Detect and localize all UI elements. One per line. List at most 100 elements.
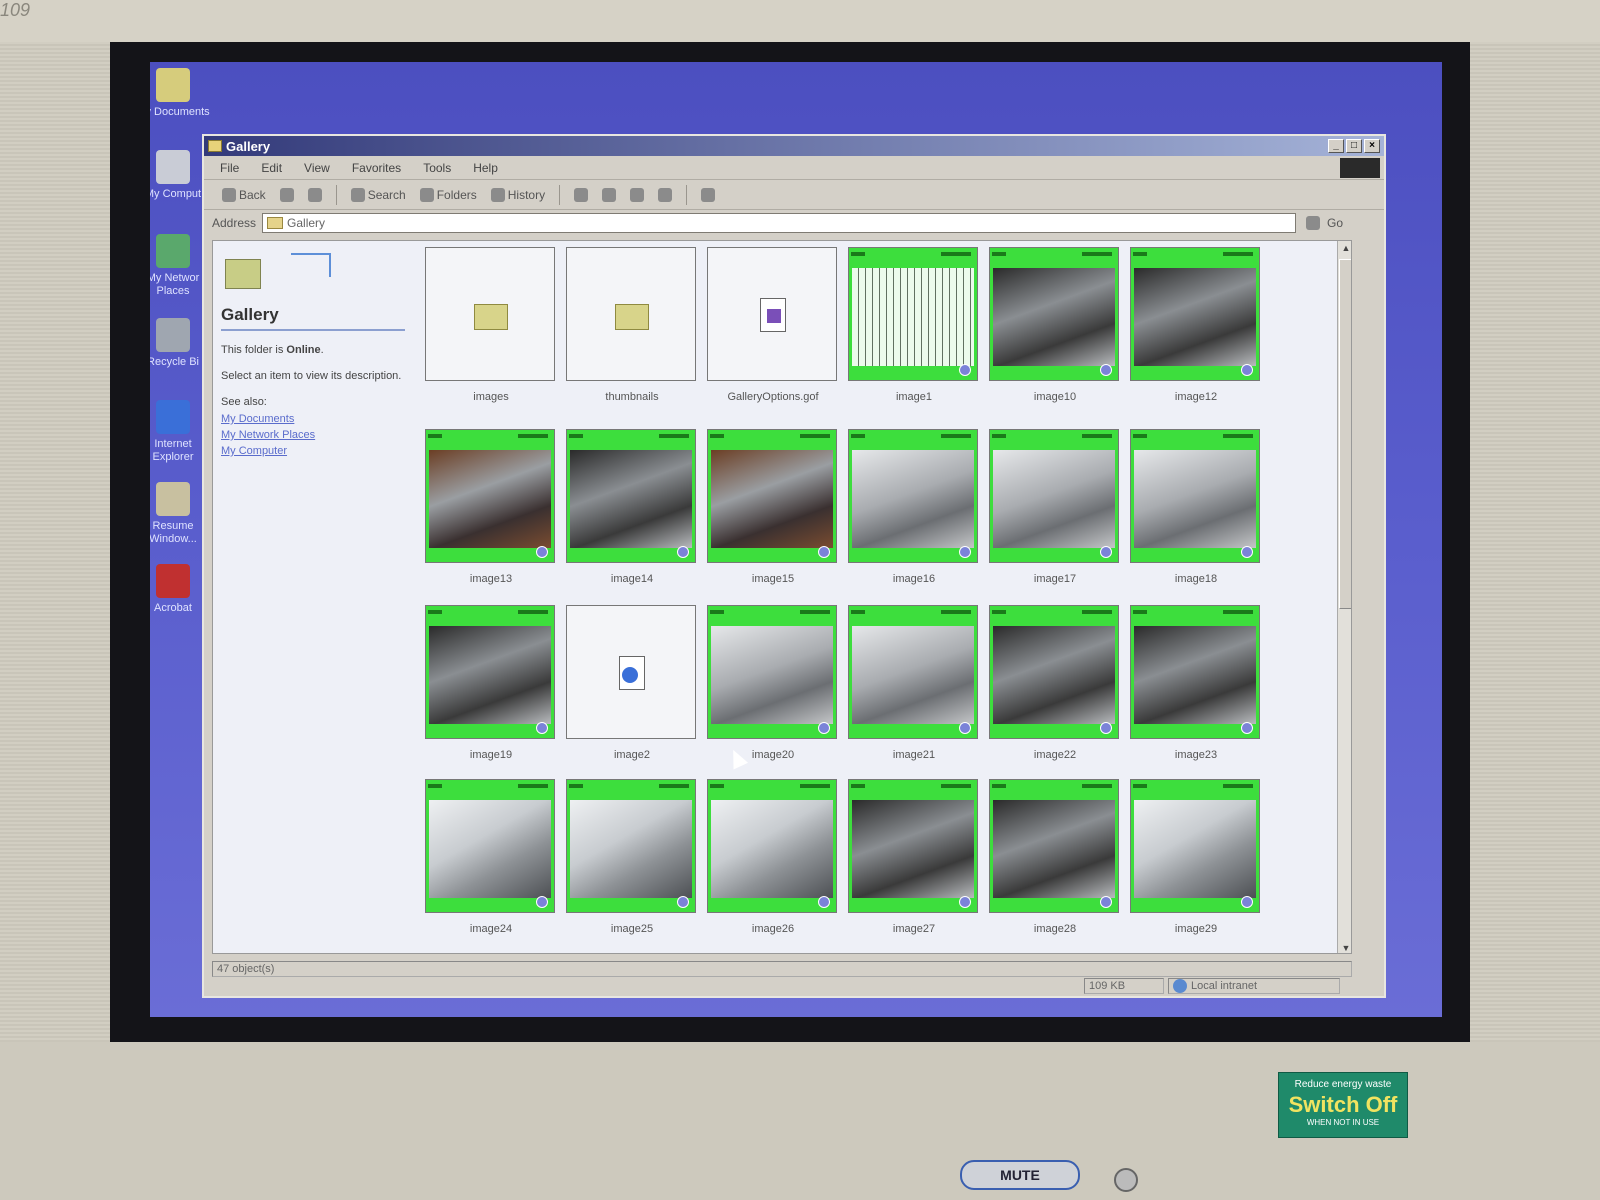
file-item[interactable]: image17 (989, 429, 1121, 585)
file-item[interactable]: image18 (1130, 429, 1262, 585)
file-item[interactable]: image29 (1130, 779, 1262, 935)
go-button[interactable]: Go (1302, 214, 1343, 232)
file-item[interactable]: image1 (848, 247, 980, 403)
menu-favorites[interactable]: Favorites (352, 161, 401, 175)
menu-file[interactable]: File (220, 161, 239, 175)
undo-button[interactable] (654, 186, 676, 204)
folder-icon (615, 304, 649, 330)
image-thumbnail (848, 429, 978, 563)
file-item[interactable]: image10 (989, 247, 1121, 403)
shortcut-badge-icon (959, 546, 971, 558)
shortcut-badge-icon (1100, 546, 1112, 558)
network-icon (156, 234, 190, 268)
file-item[interactable]: image23 (1130, 605, 1262, 761)
pane-title: Gallery (221, 305, 405, 331)
power-knob[interactable] (1114, 1168, 1138, 1192)
folder-banner-art (221, 249, 341, 299)
file-item[interactable]: image21 (848, 605, 980, 761)
file-item[interactable]: image16 (848, 429, 980, 585)
link-my-computer[interactable]: My Computer (221, 445, 405, 457)
file-item[interactable]: images (425, 247, 557, 403)
ie-icon (156, 400, 190, 434)
toolbar-separator (559, 184, 561, 205)
link-my-network-places[interactable]: My Network Places (221, 429, 405, 441)
file-item[interactable]: image27 (848, 779, 980, 935)
photo-preview (711, 626, 833, 724)
shortcut-badge-icon (536, 546, 548, 558)
shortcut-badge-icon (1100, 364, 1112, 376)
photo-preview (429, 800, 551, 898)
file-item[interactable]: image13 (425, 429, 557, 585)
file-item[interactable]: image15 (707, 429, 839, 585)
file-item-label: image1 (895, 391, 933, 403)
search-icon (350, 187, 365, 202)
shortcut-badge-icon (959, 896, 971, 908)
file-item[interactable]: GalleryOptions.gof (707, 247, 839, 403)
scroll-down-icon[interactable]: ▼ (1339, 941, 1351, 953)
link-my-documents[interactable]: My Documents (221, 413, 405, 425)
web-view-pane: Gallery This folder is Online. Select an… (213, 241, 413, 953)
file-item-label: image25 (610, 923, 654, 935)
file-item-label: image24 (469, 923, 513, 935)
back-button[interactable]: Back (218, 186, 270, 204)
file-thumbnail (566, 605, 696, 739)
scroll-up-icon[interactable]: ▲ (1339, 241, 1351, 255)
file-item-label: image17 (1033, 573, 1077, 585)
minimize-button[interactable]: _ (1328, 139, 1344, 153)
shortcut-badge-icon (677, 546, 689, 558)
file-item[interactable]: image26 (707, 779, 839, 935)
file-item[interactable]: image25 (566, 779, 698, 935)
image-thumbnail (707, 429, 837, 563)
file-item[interactable]: image22 (989, 605, 1121, 761)
photo-preview (852, 450, 974, 548)
monitor-speaker-right (1470, 42, 1600, 1042)
search-button[interactable]: Search (347, 186, 410, 204)
copy-to-button[interactable] (598, 186, 620, 204)
title-bar[interactable]: Gallery _ □ × (204, 136, 1384, 156)
file-item[interactable]: image14 (566, 429, 698, 585)
file-item[interactable]: image19 (425, 605, 557, 761)
photo-preview (852, 626, 974, 724)
image-thumbnail (1130, 429, 1260, 563)
folders-button[interactable]: Folders (416, 186, 481, 204)
file-item-label: image10 (1033, 391, 1077, 403)
computer-icon (156, 150, 190, 184)
menu-tools[interactable]: Tools (423, 161, 451, 175)
file-item[interactable]: thumbnails (566, 247, 698, 403)
file-item[interactable]: image12 (1130, 247, 1262, 403)
desktop-icon[interactable]: My Documents (150, 68, 212, 119)
views-icon (701, 187, 716, 202)
file-item[interactable]: image28 (989, 779, 1121, 935)
file-item[interactable]: image20 (707, 605, 839, 761)
up-folder-button[interactable] (304, 186, 326, 204)
file-item[interactable]: image2 (566, 605, 698, 761)
menu-view[interactable]: View (304, 161, 330, 175)
file-item[interactable]: image24 (425, 779, 557, 935)
history-button[interactable]: History (487, 186, 549, 204)
menu-edit[interactable]: Edit (261, 161, 282, 175)
photo-preview (852, 800, 974, 898)
file-item-label: image29 (1174, 923, 1218, 935)
energy-sticker: Reduce energy waste Switch Off WHEN NOT … (1278, 1072, 1408, 1138)
views-button[interactable] (697, 186, 719, 204)
scroll-thumb[interactable] (1339, 259, 1351, 609)
toolbar-separator (335, 184, 337, 205)
folder-icon (267, 217, 284, 229)
photo-preview (429, 626, 551, 724)
delete-button[interactable] (626, 186, 648, 204)
file-item-label: image26 (751, 923, 795, 935)
forward-button[interactable] (276, 186, 298, 204)
photo-preview (1134, 626, 1256, 724)
html-file-icon (619, 656, 645, 690)
address-input[interactable]: Gallery (262, 213, 1297, 233)
vertical-scrollbar[interactable]: ▲ ▼ (1337, 241, 1351, 953)
menu-help[interactable]: Help (473, 161, 498, 175)
image-thumbnail (707, 605, 837, 739)
mute-button[interactable]: MUTE (960, 1160, 1080, 1190)
file-item-label: image16 (892, 573, 936, 585)
move-to-button[interactable] (570, 186, 592, 204)
close-button[interactable]: × (1364, 139, 1380, 153)
photo-preview (570, 800, 692, 898)
image-thumbnail (848, 605, 978, 739)
maximize-button[interactable]: □ (1346, 139, 1362, 153)
